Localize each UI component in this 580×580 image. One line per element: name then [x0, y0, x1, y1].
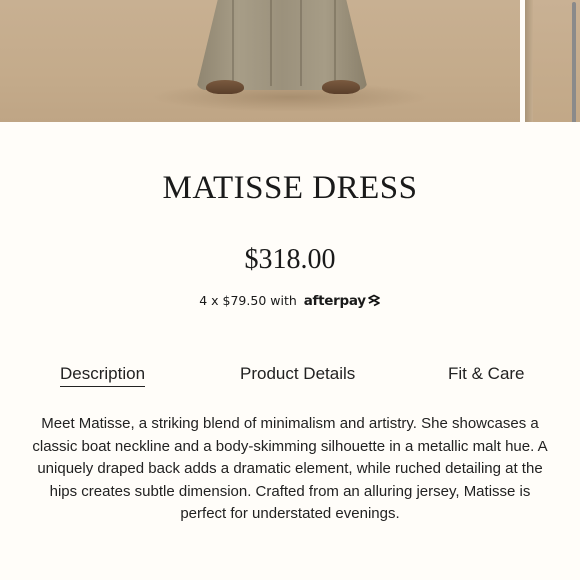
product-title: MATISSE DRESS [162, 170, 418, 206]
tab-description[interactable]: Description [60, 364, 146, 387]
product-description: Meet Matisse, a striking blend of minima… [32, 415, 548, 522]
product-image-main[interactable] [0, 0, 520, 122]
dress-fold [334, 0, 336, 86]
installments-text: 4 x $79.50 with [199, 293, 297, 308]
dress-skirt [196, 0, 368, 90]
afterpay-arrows-icon [367, 294, 381, 310]
dress-fold [232, 0, 234, 86]
left-foot [206, 80, 244, 94]
product-price: $318.00 [244, 244, 336, 275]
afterpay-logo: afterpay [303, 293, 366, 309]
product-image-carousel[interactable] [0, 0, 580, 122]
right-foot [322, 80, 360, 94]
dress-fold [300, 0, 302, 86]
afterpay-installments[interactable]: 4 x $79.50 with afterpay [0, 293, 580, 310]
scrollbar[interactable] [572, 2, 576, 122]
tab-product-details[interactable]: Product Details [240, 364, 355, 384]
tab-fit-care[interactable]: Fit & Care [448, 364, 525, 384]
dress-fold [270, 0, 272, 86]
product-info-tabs: Description Product Details Fit & Care [0, 364, 580, 390]
